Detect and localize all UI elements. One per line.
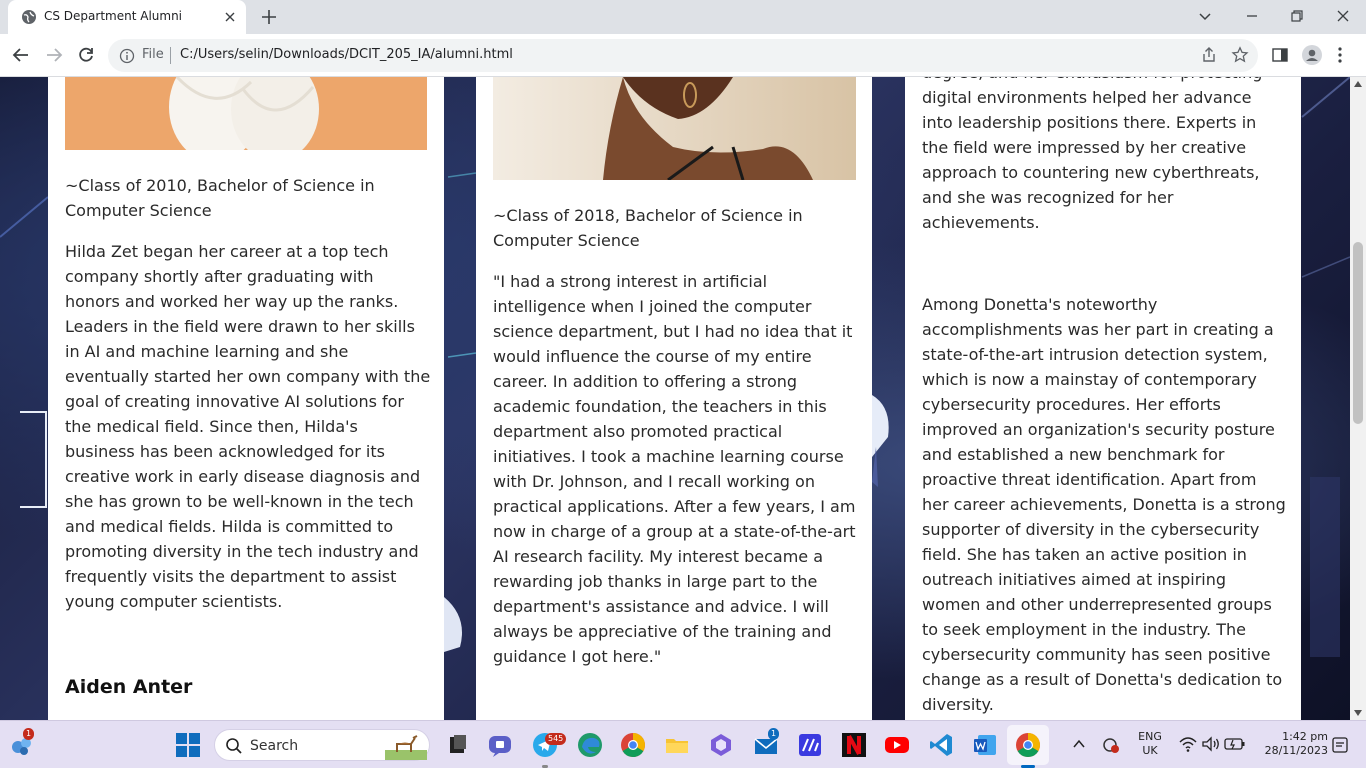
side-panel-icon[interactable] — [1271, 46, 1289, 64]
bio-donetta-cut-line: degree, and her enthusiasm for protectin… — [922, 77, 1288, 85]
share-icon[interactable] — [1200, 46, 1218, 64]
address-bar[interactable]: File C:/Users/selin/Downloads/DCIT_205_I… — [108, 39, 1258, 72]
clock-date: 28/11/2023 — [1264, 744, 1328, 757]
scroll-up-arrow-icon[interactable] — [1354, 81, 1362, 87]
testimonial-quote: "I had a strong interest in artificial i… — [493, 272, 856, 666]
bookmark-star-icon[interactable] — [1231, 46, 1249, 64]
clock-time: 1:42 pm — [1282, 730, 1328, 743]
alumni-card-donetta: degree, and her enthusiasm for protectin… — [905, 77, 1301, 720]
alumni-photo-hilda — [65, 77, 427, 150]
chrome-icon[interactable] — [619, 731, 647, 759]
battery-icon[interactable] — [1224, 736, 1246, 752]
language-code: ENG — [1138, 730, 1162, 743]
mail-badge: 1 — [768, 728, 780, 740]
alumni-name-aiden: Aiden Anter — [65, 676, 193, 698]
youtube-icon[interactable] — [883, 731, 911, 759]
telegram-badge: 545 — [545, 733, 567, 745]
url-text[interactable]: C:/Users/selin/Downloads/DCIT_205_IA/alu… — [180, 47, 513, 62]
restore-icon[interactable] — [1287, 6, 1307, 26]
browser-tab-active[interactable]: CS Department Alumni — [8, 0, 246, 34]
close-window-icon[interactable] — [1333, 6, 1353, 26]
class-year-hilda: ~Class of 2010, Bachelor of Science in C… — [65, 176, 375, 220]
deer-highlight-icon — [385, 735, 427, 760]
new-tab-plus-icon[interactable] — [260, 8, 278, 26]
copilot-icon[interactable] — [707, 731, 735, 759]
clock[interactable]: 1:42 pm 28/11/2023 — [1256, 730, 1328, 758]
class-year-testimonial: ~Class of 2018, Bachelor of Science in C… — [493, 206, 803, 250]
alumni-photo-testimonial — [493, 77, 856, 180]
reload-icon[interactable] — [76, 45, 96, 65]
info-icon[interactable] — [119, 48, 135, 64]
vscode-icon[interactable] — [927, 731, 955, 759]
task-view-icon[interactable] — [443, 731, 471, 759]
netflix-icon[interactable] — [840, 731, 868, 759]
edge-icon[interactable] — [576, 731, 604, 759]
teams-chat-icon[interactable] — [486, 731, 514, 759]
browser-toolbar: File C:/Users/selin/Downloads/DCIT_205_I… — [0, 34, 1366, 77]
chrome-active-icon[interactable] — [1014, 731, 1042, 759]
tray-chevron-up-icon[interactable] — [1070, 735, 1088, 753]
windows-start-icon[interactable] — [174, 731, 202, 759]
page-scrollbar[interactable] — [1350, 77, 1366, 720]
wifi-icon[interactable] — [1178, 735, 1198, 753]
tab-search-chevron-icon[interactable] — [1195, 6, 1215, 26]
bio-hilda: Hilda Zet began her career at a top tech… — [65, 242, 431, 611]
word-icon[interactable] — [971, 731, 999, 759]
close-tab-icon[interactable] — [222, 9, 238, 25]
keyboard-layout: UK — [1142, 744, 1158, 757]
profile-avatar-icon[interactable] — [1302, 45, 1322, 65]
minimize-icon[interactable] — [1242, 6, 1262, 26]
page-viewport: ~Class of 2010, Bachelor of Science in C… — [0, 77, 1350, 720]
kebab-menu-icon[interactable] — [1337, 46, 1343, 64]
bio-donetta-part2: Among Donetta's noteworthy accomplishmen… — [922, 295, 1286, 714]
taskbar-search-box[interactable]: Search — [214, 729, 430, 761]
volume-icon[interactable] — [1201, 735, 1221, 753]
language-indicator[interactable]: ENG UK — [1136, 730, 1164, 758]
back-arrow-icon[interactable] — [11, 45, 31, 65]
scroll-down-arrow-icon[interactable] — [1354, 710, 1362, 716]
notification-icon[interactable] — [1331, 736, 1349, 754]
alumni-card-testimonial: ~Class of 2018, Bachelor of Science in C… — [476, 77, 872, 720]
windows-taskbar: 1 Search 545 1 ENG UK 1:42 pm 28/11/2023 — [0, 720, 1366, 768]
scrollbar-thumb[interactable] — [1353, 242, 1363, 424]
vpn-shield-icon[interactable] — [1101, 735, 1121, 755]
alumni-card-hilda: ~Class of 2010, Bachelor of Science in C… — [48, 77, 444, 720]
bio-donetta-part1: digital environments helped her advance … — [922, 88, 1260, 232]
scheme-label: File — [142, 47, 164, 62]
address-divider — [170, 47, 171, 64]
search-icon — [226, 738, 242, 754]
forward-arrow-icon[interactable] — [44, 45, 64, 65]
tab-title: CS Department Alumni — [44, 9, 183, 23]
globe-icon — [22, 10, 36, 24]
file-explorer-icon[interactable] — [663, 731, 691, 759]
search-label: Search — [250, 738, 299, 754]
tab-strip: CS Department Alumni — [0, 0, 1366, 34]
visual-studio-code-alt-icon[interactable] — [796, 731, 824, 759]
widgets-badge: 1 — [23, 728, 35, 740]
